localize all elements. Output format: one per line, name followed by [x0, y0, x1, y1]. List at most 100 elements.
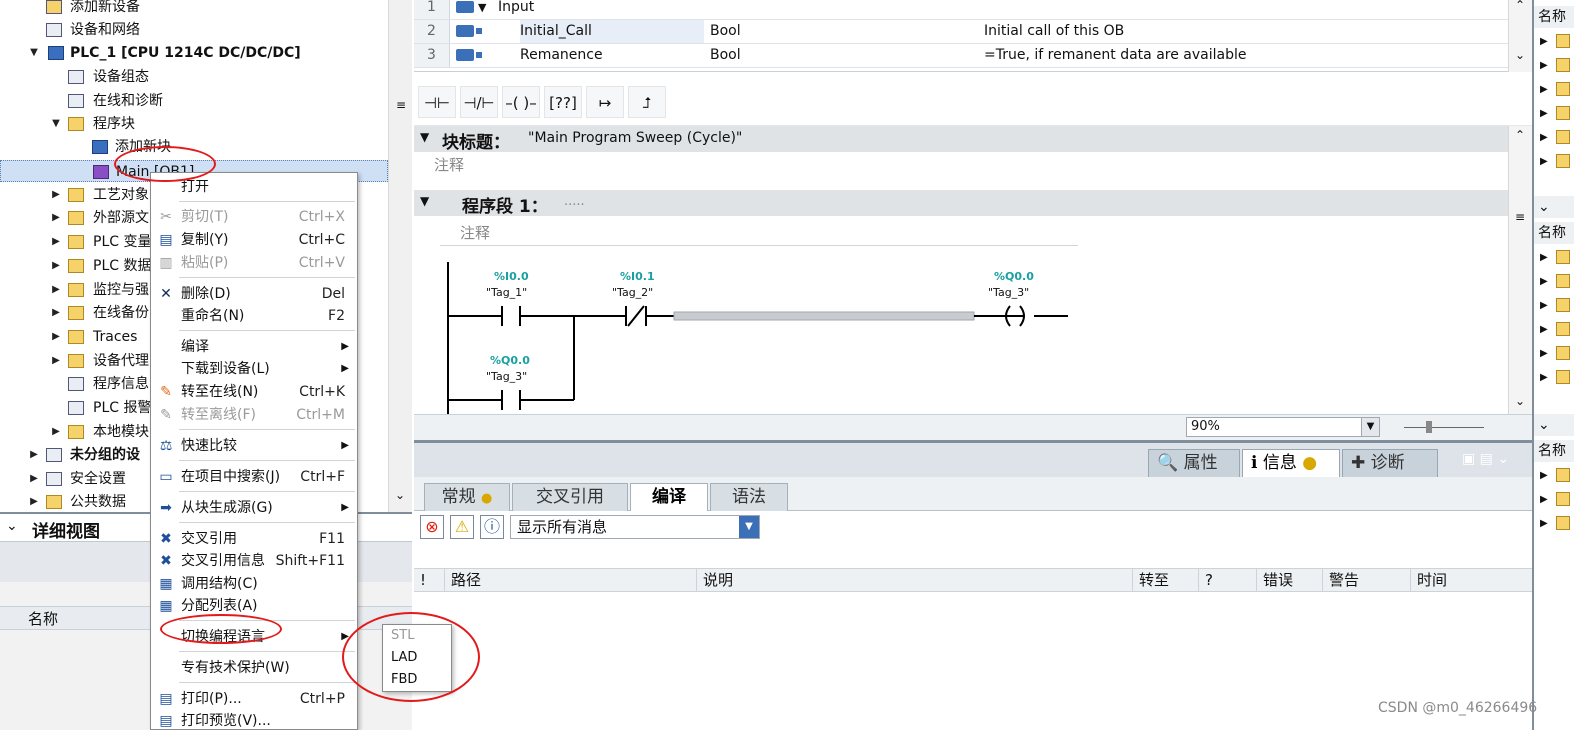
- list-item[interactable]: ▶: [1534, 464, 1574, 487]
- splitter-handle-icon[interactable]: ≡: [1515, 210, 1525, 224]
- table-row[interactable]: 3 Remanence Bool =True, if remanent data…: [414, 44, 1510, 68]
- tree-item-add-block[interactable]: 添加新块: [0, 136, 388, 158]
- contact2-tag[interactable]: "Tag_2": [612, 286, 653, 299]
- column-warnings[interactable]: 警告: [1322, 569, 1410, 591]
- list-item[interactable]: ▶: [1534, 512, 1574, 535]
- window-controls-icon[interactable]: ▣ ▤ ⌄: [1462, 451, 1509, 467]
- column-goto[interactable]: 转至: [1132, 569, 1198, 591]
- contact1-tag[interactable]: "Tag_1": [486, 286, 527, 299]
- column-severity[interactable]: !: [414, 569, 444, 591]
- scroll-up-icon[interactable]: ⌃: [1515, 128, 1525, 142]
- nc-contact-button[interactable]: ⊣/⊢: [460, 86, 498, 118]
- menu-item-go-offline[interactable]: ✎ 转至离线(F) Ctrl+M: [151, 404, 357, 426]
- menu-item-cross-reference[interactable]: ✖ 交叉引用 F11: [151, 528, 357, 550]
- menu-item-download[interactable]: 下载到设备(L) ▶: [151, 358, 357, 380]
- menu-item-cross-reference-info[interactable]: ✖ 交叉引用信息 Shift+F11: [151, 550, 357, 572]
- collapse-arrow-icon[interactable]: ▼: [478, 0, 486, 19]
- menu-item-know-how-protection[interactable]: 专有技术保护(W): [151, 657, 357, 679]
- tab-cross-reference[interactable]: 交叉引用: [512, 483, 628, 511]
- network-comment[interactable]: 注释: [440, 220, 1078, 246]
- menu-item-switch-language[interactable]: 切换编程语言 ▶: [151, 626, 357, 648]
- menu-item-paste[interactable]: ▥ 粘贴(P) Ctrl+V: [151, 252, 357, 274]
- close-branch-button[interactable]: ⮥: [628, 86, 666, 118]
- menu-item-lad[interactable]: LAD: [391, 647, 417, 669]
- menu-item-copy[interactable]: ▤ 复制(Y) Ctrl+C: [151, 229, 357, 251]
- column-description[interactable]: 说明: [696, 569, 1132, 591]
- contact1-address[interactable]: %I0.0: [494, 270, 529, 283]
- contact3-address[interactable]: %Q0.0: [490, 354, 530, 367]
- menu-item-print[interactable]: ▤ 打印(P)... Ctrl+P: [151, 688, 357, 710]
- tree-item-plc1[interactable]: ▼ PLC_1 [CPU 1214C DC/DC/DC]: [0, 42, 388, 64]
- tab-diagnostics[interactable]: ✚ 诊断: [1342, 449, 1438, 477]
- block-comment[interactable]: 注释: [434, 154, 464, 175]
- collapse-arrow-icon[interactable]: ▼: [420, 130, 429, 144]
- expand-arrow-icon[interactable]: ▶: [50, 302, 62, 324]
- collapse-arrow-icon[interactable]: ▼: [50, 113, 62, 135]
- zoom-select[interactable]: 90% ▼: [1186, 417, 1380, 437]
- column-path[interactable]: 路径: [444, 569, 696, 591]
- menu-item-compile[interactable]: 编译 ▶: [151, 336, 357, 358]
- zoom-slider-thumb[interactable]: [1426, 421, 1432, 433]
- coil-tag[interactable]: "Tag_3": [988, 286, 1029, 299]
- menu-item-go-online[interactable]: ✎ 转至在线(N) Ctrl+K: [151, 381, 357, 403]
- coil-address[interactable]: %Q0.0: [994, 270, 1034, 283]
- tree-item-online-diag[interactable]: 在线和诊断: [0, 90, 388, 112]
- scroll-down-icon[interactable]: ⌄: [1515, 394, 1525, 408]
- menu-item-generate-source[interactable]: ➡ 从块生成源(G) ▶: [151, 497, 357, 519]
- dropdown-arrow-icon[interactable]: ▼: [739, 516, 759, 538]
- column-question[interactable]: ?: [1198, 569, 1256, 591]
- no-contact-button[interactable]: ⊣⊢: [418, 86, 456, 118]
- chevron-down-icon[interactable]: ⌄: [6, 518, 18, 534]
- tab-info[interactable]: ℹ 信息 ●: [1242, 449, 1340, 477]
- expand-arrow-icon[interactable]: ▶: [28, 491, 40, 513]
- message-filter-select[interactable]: 显示所有消息 ▼: [510, 515, 760, 539]
- tree-item-devices-networks[interactable]: 设备和网络: [0, 19, 388, 41]
- menu-item-stl[interactable]: STL: [391, 625, 414, 647]
- error-filter-icon[interactable]: ⊗: [420, 515, 444, 539]
- tree-item-add-device[interactable]: 添加新设备: [0, 0, 388, 18]
- scroll-down-icon[interactable]: ⌄: [395, 488, 405, 502]
- tree-scrollbar[interactable]: ⌄: [388, 0, 412, 512]
- menu-item-quick-compare[interactable]: ⚖ 快速比较 ▶: [151, 435, 357, 457]
- expand-arrow-icon[interactable]: ▶: [28, 468, 40, 490]
- list-item[interactable]: ▶: [1534, 150, 1574, 173]
- expand-arrow-icon[interactable]: ▶: [50, 184, 62, 206]
- zoom-slider[interactable]: [1404, 427, 1484, 428]
- contact2-address[interactable]: %I0.1: [620, 270, 655, 283]
- expand-arrow-icon[interactable]: ▶: [50, 421, 62, 443]
- menu-item-assignment-list[interactable]: ▦ 分配列表(A): [151, 595, 357, 617]
- expand-arrow-icon[interactable]: ▶: [50, 279, 62, 301]
- tab-general[interactable]: 常规 ●: [424, 483, 510, 511]
- network-title-bar[interactable]: ▼ 程序段 1： .....: [414, 190, 1508, 217]
- list-item[interactable]: ▶: [1534, 318, 1574, 341]
- tab-properties[interactable]: 🔍 属性: [1148, 449, 1240, 477]
- tab-syntax[interactable]: 语法: [710, 483, 788, 511]
- warning-filter-icon[interactable]: ⚠: [450, 515, 474, 539]
- contact-tag2-nc[interactable]: [625, 305, 647, 327]
- splitter-handle-icon[interactable]: ≡: [390, 98, 412, 116]
- info-filter-icon[interactable]: ⓘ: [480, 515, 504, 539]
- menu-item-print-preview[interactable]: ▤ 打印预览(V)...: [151, 710, 357, 730]
- tab-compile[interactable]: 编译: [630, 483, 708, 511]
- editor-scrollbar[interactable]: ⌃ ≡ ⌄: [1508, 126, 1532, 414]
- expand-arrow-icon[interactable]: ▶: [50, 350, 62, 372]
- menu-item-fbd[interactable]: FBD: [391, 669, 417, 691]
- menu-item-delete[interactable]: ✕ 删除(D) Del: [151, 283, 357, 305]
- right-panel-section[interactable]: ⌄: [1534, 414, 1574, 436]
- menu-item-search-project[interactable]: ▭ 在项目中搜索(J) Ctrl+F: [151, 466, 357, 488]
- table-row[interactable]: 2 Initial_Call Bool Initial call of this…: [414, 20, 1510, 44]
- contact-tag3[interactable]: [501, 390, 521, 410]
- column-errors[interactable]: 错误: [1256, 569, 1322, 591]
- expand-arrow-icon[interactable]: ▶: [50, 326, 62, 348]
- expand-arrow-icon[interactable]: ▶: [50, 207, 62, 229]
- expand-arrow-icon[interactable]: ▶: [28, 444, 40, 466]
- menu-item-open[interactable]: 打开: [151, 176, 357, 198]
- coil-button[interactable]: –( )–: [502, 86, 540, 118]
- list-item[interactable]: ▶: [1534, 78, 1574, 101]
- list-item[interactable]: ▶: [1534, 246, 1574, 269]
- network-title[interactable]: .....: [564, 194, 585, 209]
- scroll-down-icon[interactable]: ⌄: [1515, 48, 1525, 62]
- expand-arrow-icon[interactable]: ▶: [50, 255, 62, 277]
- dropdown-arrow-icon[interactable]: ▼: [1361, 418, 1379, 436]
- list-item[interactable]: ▶: [1534, 366, 1574, 389]
